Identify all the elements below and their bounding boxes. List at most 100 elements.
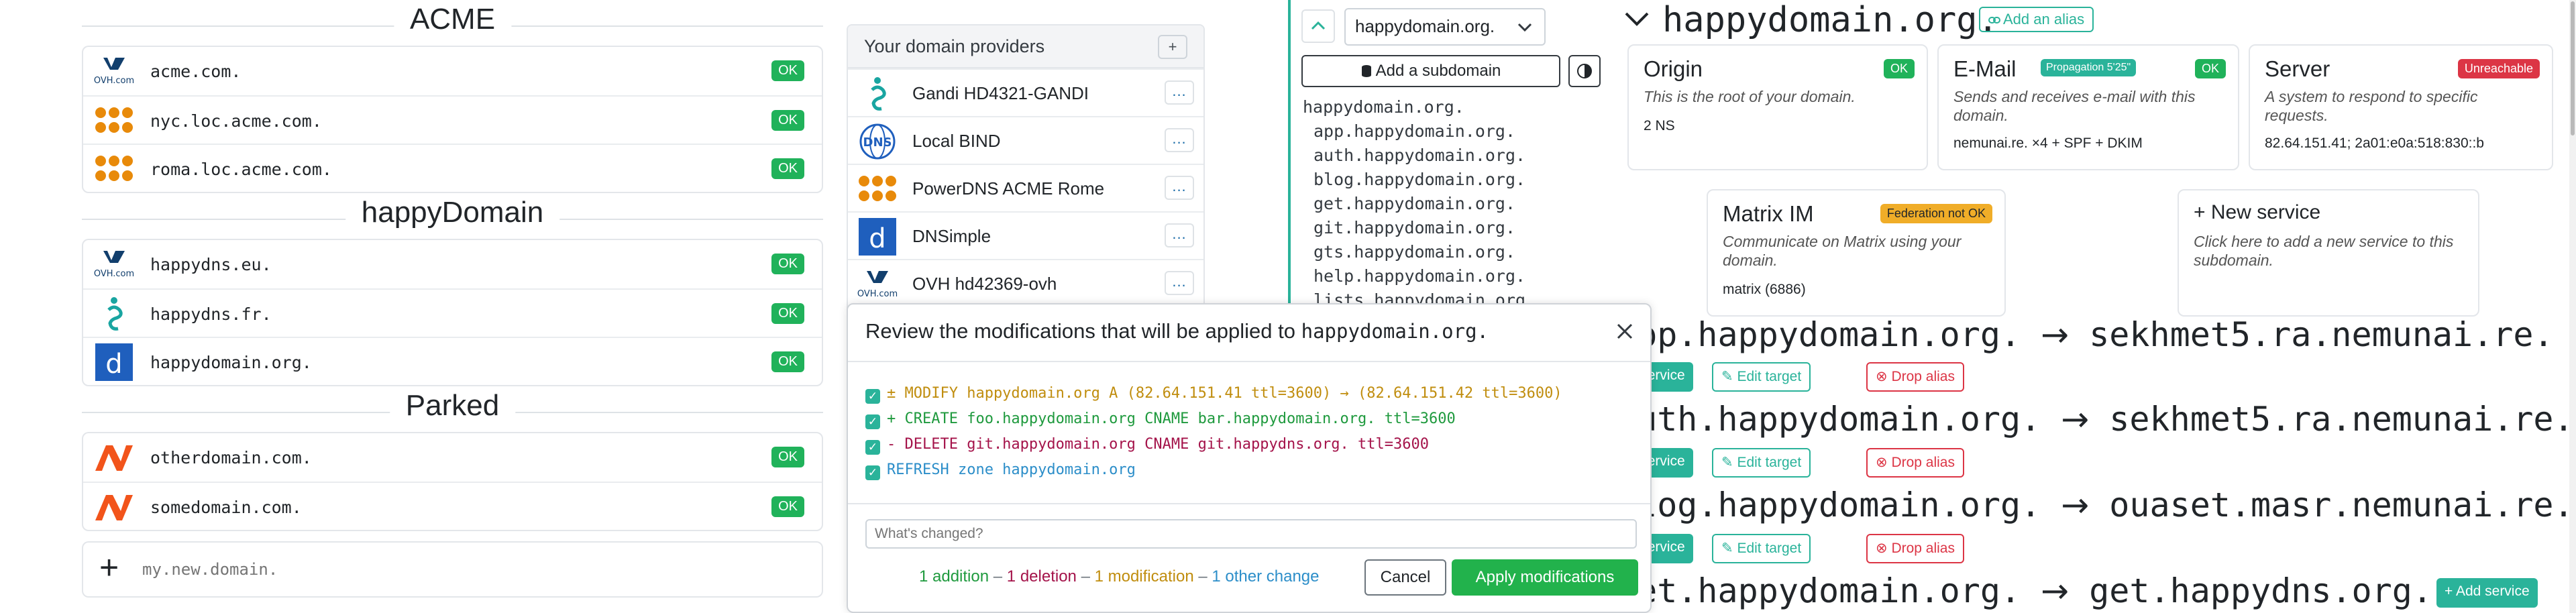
alias-target: sekhmet5.ra.nemunai.re. xyxy=(2089,315,2554,354)
drop-alias-label: Drop alias xyxy=(1891,369,1955,384)
status-badge: OK xyxy=(771,351,804,372)
subdomain-item[interactable]: app.happydomain.org. xyxy=(1303,119,1536,144)
status-badge: OK xyxy=(771,60,804,81)
change-item-delete[interactable]: ✓ - DELETE git.happydomain.org CNAME git.… xyxy=(865,436,1429,455)
domain-list-parked: otherdomain.com. OK somedomain.com. OK xyxy=(82,432,823,531)
change-item-create[interactable]: ✓ + CREATE foo.happydomain.org CNAME bar.… xyxy=(865,410,1456,429)
add-provider-button[interactable]: + xyxy=(1158,35,1187,59)
checkbox-checked-icon[interactable]: ✓ xyxy=(865,389,880,404)
chevron-up-icon xyxy=(1311,21,1326,30)
domain-row-happydns-eu[interactable]: OVH.com happydns.eu. OK xyxy=(83,240,822,288)
subdomain-item[interactable]: auth.happydomain.org. xyxy=(1303,144,1536,168)
scrollbar[interactable] xyxy=(2569,0,2576,613)
subdomain-item[interactable]: blog.happydomain.org. xyxy=(1303,168,1536,192)
provider-menu-button[interactable]: ... xyxy=(1165,271,1194,295)
providers-panel: Your domain providers + Gandi HD4321-GAN… xyxy=(847,24,1205,317)
plus-icon: + xyxy=(99,549,119,586)
provider-row-local-bind[interactable]: DNS Local BIND ... xyxy=(848,116,1203,164)
status-badge: OK xyxy=(771,447,804,467)
new-service-card[interactable]: + New service Click here to add a new se… xyxy=(2178,189,2479,317)
arrow-icon: → xyxy=(2041,315,2070,354)
edit-target-button[interactable]: ✎ Edit target xyxy=(1712,362,1811,392)
add-subdomain-button[interactable]: Add a subdomain xyxy=(1301,55,1560,87)
svg-text:OVH.com: OVH.com xyxy=(857,289,898,299)
close-circle-icon: ⊗ xyxy=(1876,541,1892,556)
chevron-down-icon xyxy=(1517,23,1532,32)
status-badge: OK xyxy=(771,496,804,517)
card-title: Server xyxy=(2265,56,2330,81)
subdomain-item[interactable]: help.happydomain.org. xyxy=(1303,264,1536,288)
close-icon[interactable] xyxy=(1610,317,1640,346)
domain-list-happydomain: OVH.com happydns.eu. OK happydns.fr. OK … xyxy=(82,239,823,386)
drop-alias-button[interactable]: ⊗ Drop alias xyxy=(1866,534,1964,563)
powerdns-logo-icon xyxy=(95,107,133,133)
subdomain-list: happydomain.org. app.happydomain.org. au… xyxy=(1303,95,1536,309)
zone-select[interactable]: happydomain.org. xyxy=(1344,8,1546,46)
add-service-button[interactable]: + Add service xyxy=(2436,578,2538,608)
scrollbar-thumb[interactable] xyxy=(2571,1,2575,135)
zone-root-item[interactable]: happydomain.org. xyxy=(1303,95,1536,119)
edit-target-button[interactable]: ✎ Edit target xyxy=(1712,448,1811,478)
domain-name: somedomain.com. xyxy=(150,498,302,517)
checkbox-checked-icon[interactable]: ✓ xyxy=(865,414,880,429)
pencil-icon: ✎ xyxy=(1721,455,1737,470)
add-alias-button[interactable]: Add an alias xyxy=(1979,7,2094,32)
subdomain-item[interactable]: gts.happydomain.org. xyxy=(1303,240,1536,264)
domain-row-happydomain-org[interactable]: d happydomain.org. OK xyxy=(83,337,822,385)
new-domain-field[interactable]: + xyxy=(82,541,823,598)
cancel-button[interactable]: Cancel xyxy=(1364,559,1446,596)
pencil-icon: ✎ xyxy=(1721,541,1737,556)
service-card-server[interactable]: Server Unreachable A system to respond t… xyxy=(2249,44,2553,170)
domain-name: acme.com. xyxy=(150,62,241,81)
ovh-logo-icon: OVH.com xyxy=(94,58,134,86)
provider-menu-button[interactable]: ... xyxy=(1165,223,1194,247)
group-header-parked: Parked xyxy=(82,386,823,432)
checkbox-checked-icon[interactable]: ✓ xyxy=(865,440,880,455)
zone-options-button[interactable] xyxy=(1568,55,1601,87)
subdomain-item[interactable]: git.happydomain.org. xyxy=(1303,216,1536,240)
domain-list-acme: OVH.com acme.com. OK nyc.loc.acme.com. O… xyxy=(82,46,823,193)
domain-row-otherdomain-com[interactable]: otherdomain.com. OK xyxy=(83,433,822,482)
service-card-email[interactable]: E-Mail Propagation 5'25" OK Sends and re… xyxy=(1937,44,2239,170)
card-title: Origin xyxy=(1644,56,1703,81)
checkbox-checked-icon[interactable]: ✓ xyxy=(865,465,880,480)
group-header-happydomain: happyDomain xyxy=(82,193,823,239)
svg-text:d: d xyxy=(105,349,122,380)
provider-menu-button[interactable]: ... xyxy=(1165,128,1194,152)
change-item-refresh[interactable]: ✓ REFRESH zone happydomain.org xyxy=(865,461,1136,480)
group-header-acme: ACME xyxy=(82,0,823,46)
domain-row-roma-loc-acme-com[interactable]: roma.loc.acme.com. OK xyxy=(83,144,822,192)
card-value: 2 NS xyxy=(1644,118,1675,133)
edit-target-button[interactable]: ✎ Edit target xyxy=(1712,534,1811,563)
provider-row-powerdns[interactable]: PowerDNS ACME Rome ... xyxy=(848,164,1203,211)
status-badge: OK xyxy=(1883,59,1915,78)
summary-deletions: 1 deletion xyxy=(1006,567,1077,586)
domain-row-happydns-fr[interactable]: happydns.fr. OK xyxy=(83,288,822,337)
domain-row-acme-com[interactable]: OVH.com acme.com. OK xyxy=(83,47,822,95)
provider-menu-button[interactable]: ... xyxy=(1165,176,1194,200)
service-card-matrix[interactable]: Matrix IM Federation not OK Communicate … xyxy=(1707,189,2006,317)
domain-name: happydns.eu. xyxy=(150,255,272,274)
ovh-logo-icon: OVH.com xyxy=(94,251,134,279)
provider-menu-button[interactable]: ... xyxy=(1165,80,1194,105)
provider-row-ovh[interactable]: OVH.com OVH hd42369-ovh ... xyxy=(848,259,1203,306)
zone-view: happydomain.org. Add an alias Origin OK … xyxy=(1617,0,2576,613)
alias-row: auth.happydomain.org. → sekhmet5.ra.nemu… xyxy=(1617,400,2574,439)
collapse-button[interactable] xyxy=(1301,9,1335,43)
domain-groups: ACME OVH.com acme.com. OK nyc.loc.acme.c… xyxy=(82,0,823,531)
drop-alias-button[interactable]: ⊗ Drop alias xyxy=(1866,448,1964,478)
domain-row-somedomain-com[interactable]: somedomain.com. OK xyxy=(83,482,822,530)
new-domain-input[interactable] xyxy=(142,556,746,583)
domain-row-nyc-loc-acme-com[interactable]: nyc.loc.acme.com. OK xyxy=(83,95,822,144)
subdomain-item[interactable]: get.happydomain.org. xyxy=(1303,192,1536,216)
chevron-down-icon[interactable] xyxy=(1623,9,1650,30)
zone-select-value: happydomain.org. xyxy=(1355,16,1495,36)
provider-row-dnsimple[interactable]: d DNSimple ... xyxy=(848,211,1203,259)
edit-target-label: Edit target xyxy=(1737,455,1802,470)
comment-input[interactable] xyxy=(865,519,1637,549)
provider-row-gandi[interactable]: Gandi HD4321-GANDI ... xyxy=(848,68,1203,116)
service-card-origin[interactable]: Origin OK This is the root of your domai… xyxy=(1627,44,1928,170)
change-item-modify[interactable]: ✓ ± MODIFY happydomain.org A (82.64.151.4… xyxy=(865,385,1562,404)
apply-modifications-button[interactable]: Apply modifications xyxy=(1452,559,1638,596)
drop-alias-button[interactable]: ⊗ Drop alias xyxy=(1866,362,1964,392)
